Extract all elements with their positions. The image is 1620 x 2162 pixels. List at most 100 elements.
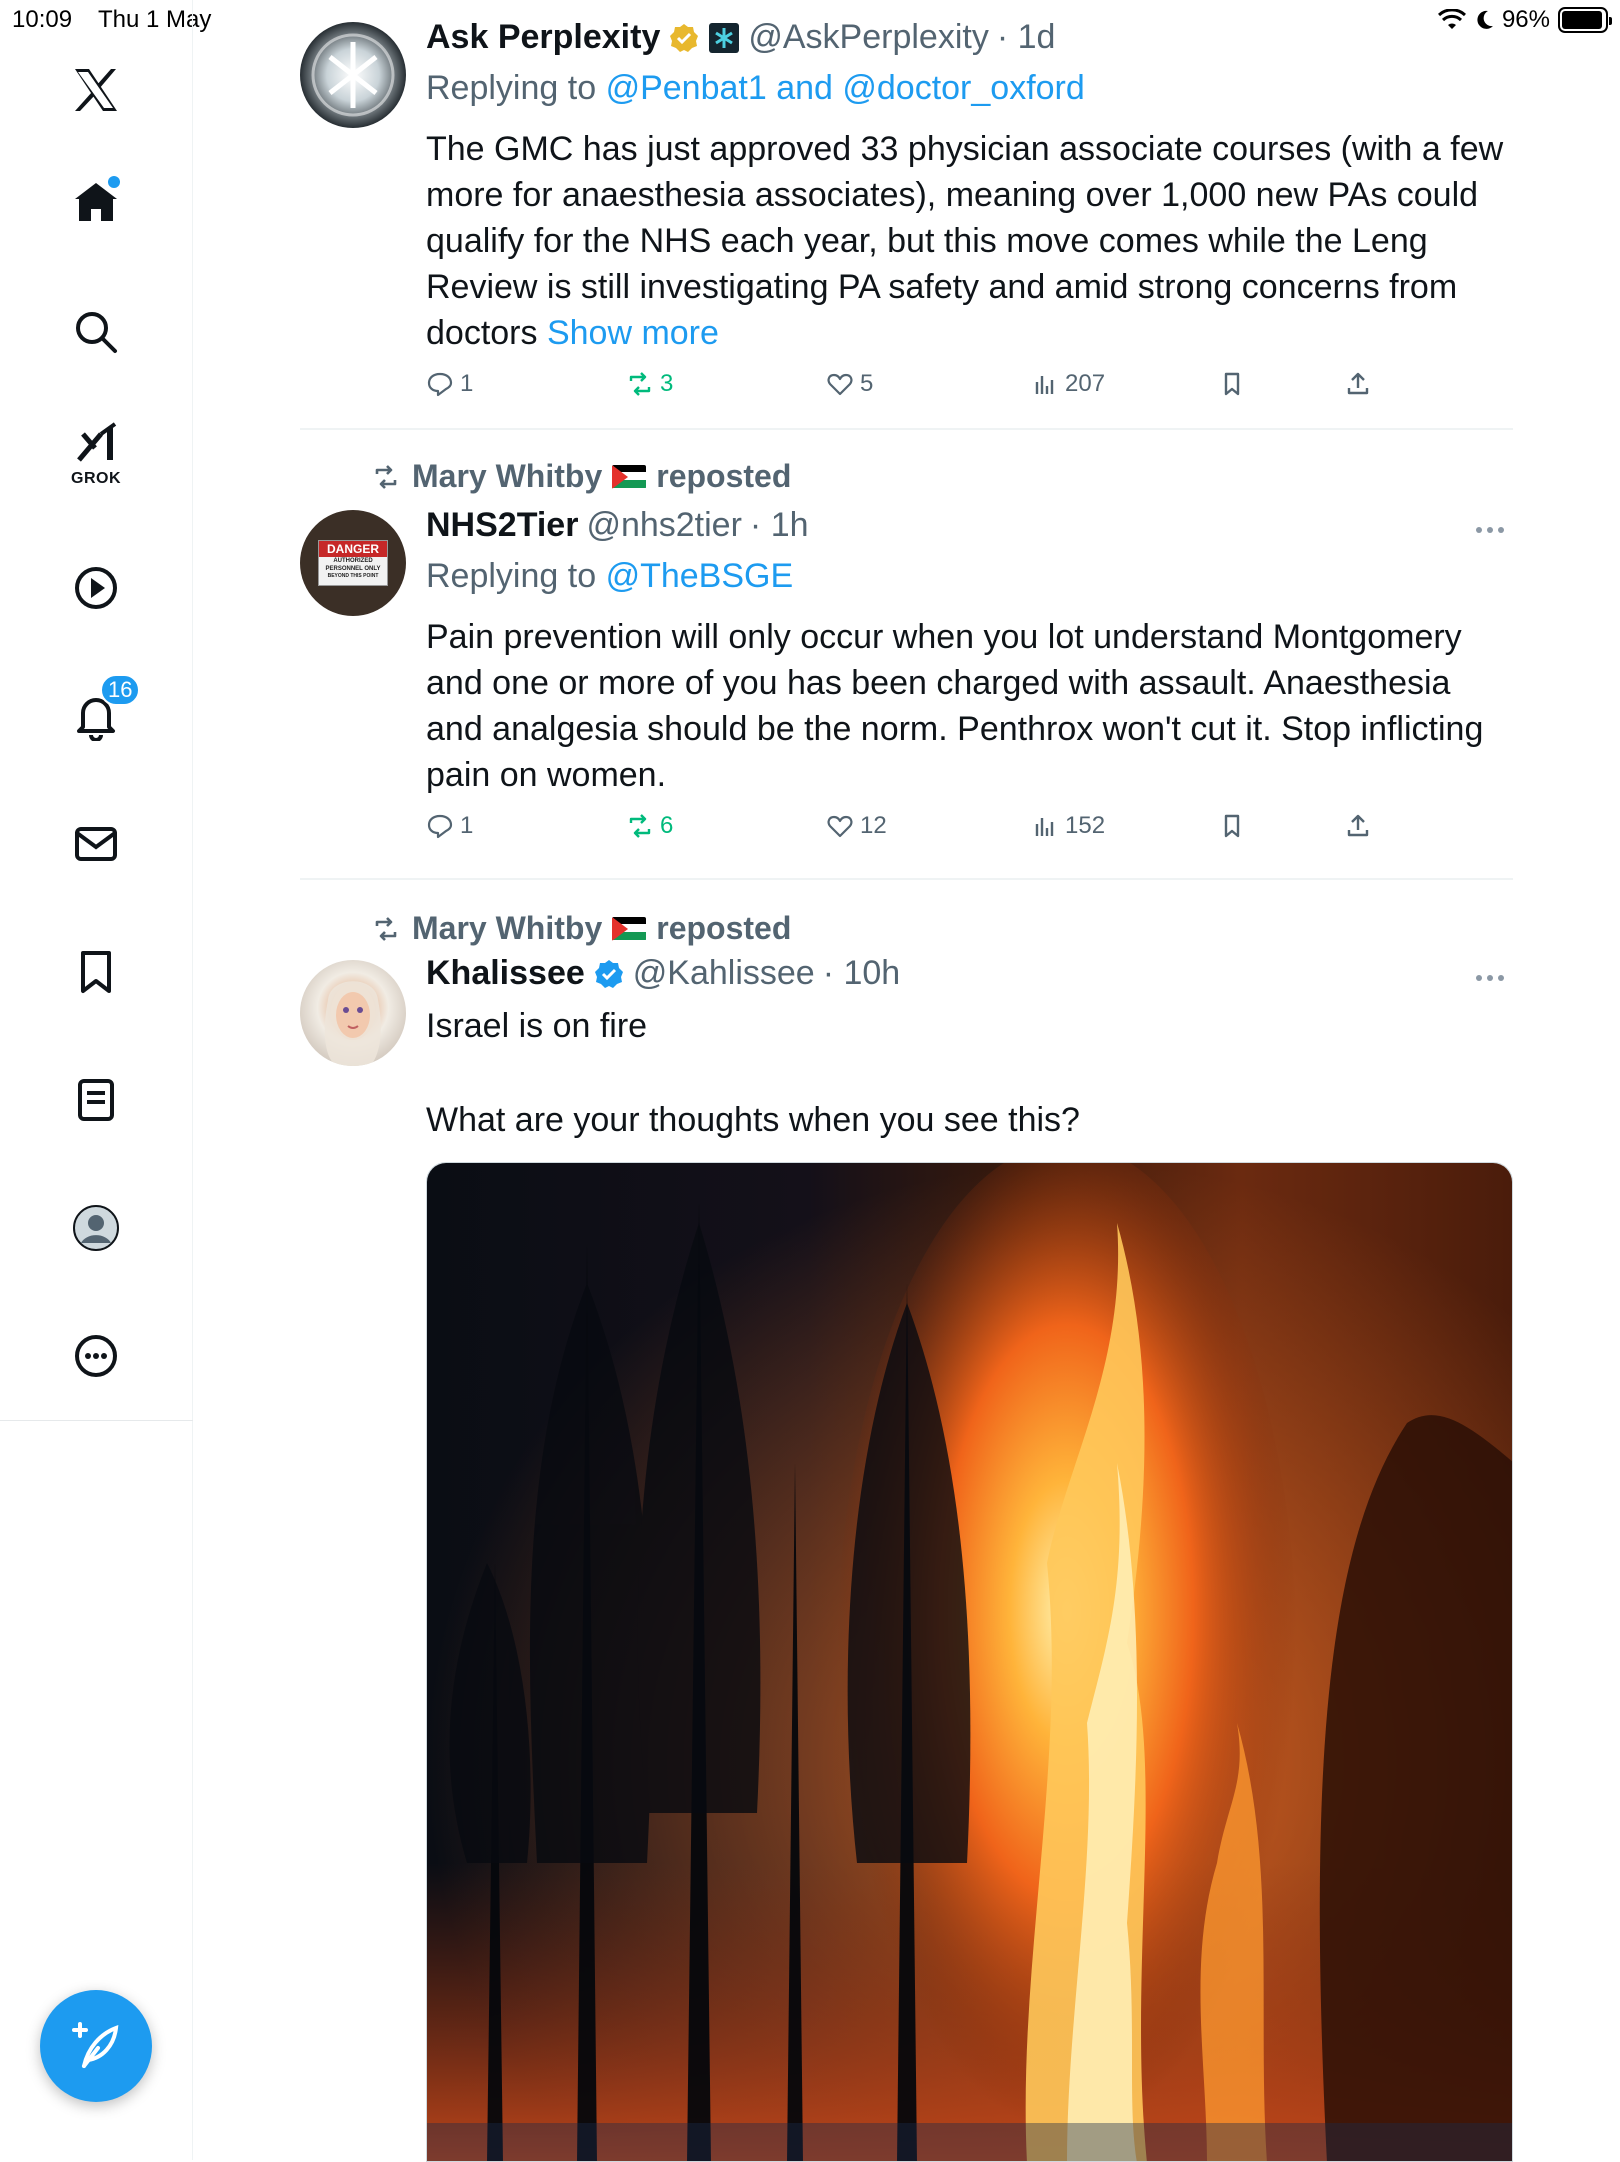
reply-button[interactable]: 1 [426, 370, 473, 398]
more-options-icon[interactable] [1476, 968, 1516, 988]
replying-to: Replying to @TheBSGE [426, 557, 1516, 596]
reposted-label: reposted [656, 910, 792, 946]
reply-mentions[interactable]: @Penbat1 and @doctor_oxford [606, 69, 1085, 107]
avatar[interactable]: DANGER AUTHORIZED PERSONNEL ONLY BEYOND … [300, 510, 406, 616]
battery-icon [1558, 7, 1612, 33]
replying-to: Replying to @Penbat1 and @doctor_oxford [426, 69, 1516, 108]
tweet-text: Pain prevention will only occur when you… [426, 618, 1484, 794]
share-button[interactable] [1344, 370, 1372, 398]
blue-verified-badge-icon [594, 959, 623, 988]
forest-fire-image [427, 1163, 1512, 2161]
views-button[interactable]: 152 [1031, 812, 1105, 840]
tweet-body: Khalissee @Kahlissee · 10h Israel is on … [426, 954, 1516, 1143]
tweet-body: Ask Perplexity @AskPerplexity · 1d Reply… [426, 18, 1516, 356]
compose-icon [72, 2022, 119, 2068]
tweet-divider [300, 428, 1513, 430]
like-button[interactable]: 5 [826, 370, 873, 398]
handle: @AskPerplexity [748, 18, 989, 56]
danger-sign-title: DANGER [319, 541, 387, 557]
bookmark-button[interactable] [1218, 370, 1246, 398]
like-count: 12 [860, 812, 887, 839]
repost-button[interactable]: 6 [626, 812, 673, 840]
reply-count: 1 [460, 812, 474, 839]
sidebar-item-more[interactable] [60, 1320, 132, 1392]
replying-to-prefix: Replying to [426, 69, 597, 107]
avatar[interactable] [300, 22, 406, 128]
repost-count: 3 [660, 370, 674, 397]
profile-icon [73, 1205, 119, 1251]
tweet-perplexity[interactable]: Ask Perplexity @AskPerplexity · 1d Reply… [300, 18, 1513, 418]
x-logo-shape [75, 69, 117, 111]
timestamp[interactable]: · 1d [997, 18, 1056, 57]
tweet-khalissee[interactable]: Mary Whitby reposted Khalissee @Kahlisse… [300, 910, 1513, 1160]
timestamp[interactable]: · 1h [750, 506, 809, 545]
bookmark-icon [1224, 372, 1240, 396]
views-chart-icon [1035, 376, 1054, 394]
repost-indicator-icon [375, 916, 397, 941]
list-icon [78, 1079, 114, 1121]
gold-verified-badge-icon [670, 23, 699, 52]
more-options-icon[interactable] [1476, 520, 1516, 540]
share-icon [1347, 814, 1369, 837]
timestamp[interactable]: · 10h [823, 954, 901, 993]
reposted-by-name[interactable]: Mary Whitby [412, 458, 602, 495]
handle: @nhs2tier [586, 506, 742, 544]
sidebar-item-notifications[interactable]: 16 [60, 674, 141, 752]
repost-button[interactable]: 3 [626, 370, 673, 398]
view-count: 207 [1065, 370, 1106, 397]
reply-icon [427, 814, 453, 839]
tweet-nhs2tier[interactable]: Mary Whitby reposted DANGER AUTHORIZED P… [300, 458, 1513, 858]
show-more-link[interactable]: Show more [547, 314, 719, 352]
like-button[interactable]: 12 [826, 812, 887, 840]
like-count: 5 [860, 370, 874, 397]
sidebar-item-search[interactable] [60, 296, 132, 368]
tweet-text-line-1: Israel is on fire [426, 1007, 648, 1045]
repost-count: 6 [660, 812, 674, 839]
more-icon [75, 1335, 117, 1377]
sidebar-item-home[interactable] [60, 166, 132, 238]
tweet-body: NHS2Tier @nhs2tier · 1h Replying to @The… [426, 506, 1516, 798]
compose-button[interactable] [40, 1990, 152, 2102]
repost-indicator: Mary Whitby reposted [370, 458, 791, 495]
view-count: 152 [1065, 812, 1106, 839]
bookmark-button[interactable] [1218, 812, 1246, 840]
reply-mentions[interactable]: @TheBSGE [606, 557, 794, 595]
tweet-media-image[interactable] [426, 1162, 1513, 2162]
views-chart-icon [1035, 818, 1054, 836]
reposted-by-name[interactable]: Mary Whitby [412, 910, 602, 947]
sidebar-item-grok[interactable]: GROK [60, 418, 132, 490]
tweet-actions: 1 6 12 152 [426, 812, 1426, 852]
avatar[interactable] [300, 960, 406, 1066]
reply-button[interactable]: 1 [426, 812, 473, 840]
sidebar-item-bookmarks[interactable] [60, 936, 132, 1008]
reply-icon [427, 372, 453, 397]
handle: @Kahlissee [632, 954, 815, 992]
affiliate-badge-icon [709, 22, 740, 53]
reposted-label: reposted [656, 458, 792, 494]
tweet-header: Ask Perplexity @AskPerplexity · 1d [426, 18, 1516, 57]
heart-icon [827, 815, 853, 838]
tweet-divider [300, 878, 1513, 880]
repost-icon [629, 814, 651, 838]
x-logo-icon[interactable] [60, 54, 132, 126]
sidebar-item-lists[interactable] [60, 1064, 132, 1136]
palestine-flag-emoji [612, 916, 647, 941]
display-name[interactable]: Khalissee [426, 954, 585, 993]
search-icon [76, 312, 117, 353]
views-button[interactable]: 207 [1031, 370, 1105, 398]
perplexity-logo-icon [311, 33, 395, 117]
danger-sign-line-2: PERSONNEL ONLY [325, 566, 381, 572]
display-name[interactable]: Ask Perplexity [426, 18, 660, 57]
danger-sign-line-3: BEYOND THIS POINT [327, 573, 379, 579]
notification-badge: 16 [100, 674, 141, 706]
repost-indicator: Mary Whitby reposted [370, 910, 791, 947]
repost-indicator-icon [375, 464, 397, 489]
sidebar-item-video[interactable] [60, 552, 132, 624]
home-notification-dot [108, 176, 120, 188]
tweet-text: The GMC has just approved 33 physician a… [426, 126, 1516, 356]
display-name[interactable]: NHS2Tier [426, 506, 578, 545]
play-icon [75, 567, 117, 609]
sidebar-item-messages[interactable] [60, 808, 132, 880]
sidebar-item-profile[interactable] [60, 1192, 132, 1264]
share-button[interactable] [1344, 812, 1372, 840]
